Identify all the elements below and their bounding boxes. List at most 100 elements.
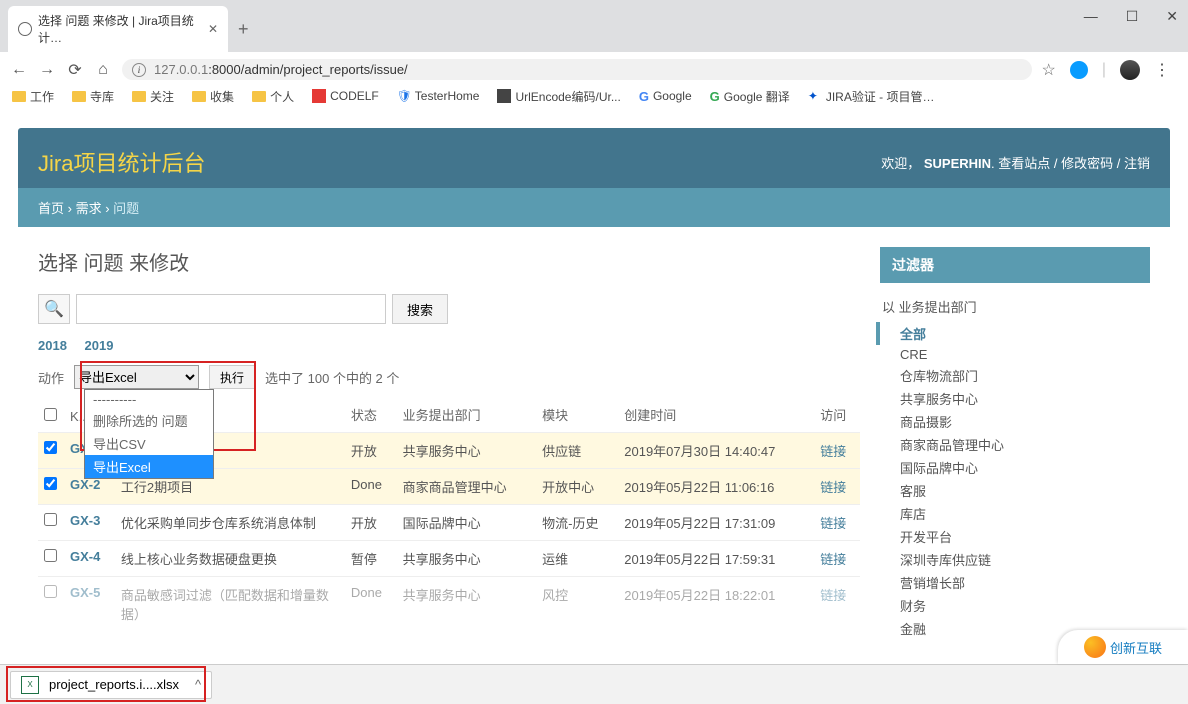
bookmark-item[interactable]: GGoogle bbox=[639, 89, 692, 104]
action-select[interactable]: 导出Excel bbox=[74, 365, 199, 389]
tab-close-icon[interactable]: ✕ bbox=[208, 22, 218, 36]
row-checkbox[interactable] bbox=[44, 585, 57, 598]
action-option-export-csv[interactable]: 导出CSV bbox=[85, 432, 213, 455]
action-label: 动作 bbox=[38, 368, 64, 387]
issue-key-link[interactable]: GX-2 bbox=[70, 477, 100, 492]
row-checkbox[interactable] bbox=[44, 441, 57, 454]
year-2018[interactable]: 2018 bbox=[38, 338, 67, 353]
issue-dept: 国际品牌中心 bbox=[397, 505, 536, 541]
breadcrumb-home[interactable]: 首页 bbox=[38, 201, 64, 216]
action-option[interactable]: ---------- bbox=[85, 390, 213, 409]
browser-menu-button[interactable]: ⋮ bbox=[1154, 60, 1170, 80]
folder-icon bbox=[192, 91, 206, 102]
row-checkbox[interactable] bbox=[44, 549, 57, 562]
filter-item[interactable]: 库店 bbox=[880, 502, 1150, 525]
url-host: 127.0.0.1 bbox=[154, 62, 208, 77]
filter-item[interactable]: 商家商品管理中心 bbox=[880, 433, 1150, 456]
close-button[interactable]: ✕ bbox=[1166, 8, 1178, 25]
issue-created: 2019年05月22日 11:06:16 bbox=[618, 469, 814, 505]
row-checkbox[interactable] bbox=[44, 477, 57, 490]
bookmark-item[interactable]: UrlEncode编码/Ur... bbox=[497, 88, 620, 105]
bookmark-item[interactable]: 关注 bbox=[132, 88, 174, 105]
minimize-button[interactable]: — bbox=[1084, 8, 1098, 25]
new-tab-button[interactable]: + bbox=[238, 19, 249, 40]
issue-module: 供应链 bbox=[536, 433, 618, 469]
search-button[interactable]: 搜索 bbox=[392, 294, 448, 324]
th-status[interactable]: 状态 bbox=[345, 397, 397, 433]
folder-icon bbox=[72, 91, 86, 102]
extension-icon[interactable] bbox=[1070, 61, 1088, 79]
issue-link[interactable]: 链接 bbox=[820, 552, 846, 567]
action-option-delete[interactable]: 删除所选的 问题 bbox=[85, 409, 213, 432]
th-created[interactable]: 创建时间 bbox=[618, 397, 814, 433]
filter-item[interactable]: 共享服务中心 bbox=[880, 387, 1150, 410]
filter-item[interactable]: 客服 bbox=[880, 479, 1150, 502]
bookmark-item[interactable]: 收集 bbox=[192, 88, 234, 105]
swirl-icon bbox=[1084, 636, 1106, 658]
view-site-link[interactable]: 查看站点 bbox=[998, 156, 1050, 171]
home-button[interactable]: ⌂ bbox=[94, 61, 112, 79]
action-option-export-excel[interactable]: 导出Excel bbox=[85, 455, 213, 478]
issue-link[interactable]: 链接 bbox=[820, 444, 846, 459]
logout-link[interactable]: 注销 bbox=[1124, 156, 1150, 171]
filter-item[interactable]: 开发平台 bbox=[880, 525, 1150, 548]
row-checkbox[interactable] bbox=[44, 513, 57, 526]
bookmark-item[interactable]: 🛡TesterHome bbox=[397, 89, 480, 103]
reload-button[interactable]: ⟳ bbox=[66, 61, 84, 79]
filter-item[interactable]: CRE bbox=[880, 345, 1150, 364]
bookmark-item[interactable]: 工作 bbox=[12, 88, 54, 105]
bookmarks-bar: 工作 寺库 关注 收集 个人 CODELF 🛡TesterHome UrlEnc… bbox=[0, 82, 1188, 110]
year-2019[interactable]: 2019 bbox=[85, 338, 114, 353]
issue-link[interactable]: 链接 bbox=[820, 516, 846, 531]
issue-status: 暂停 bbox=[345, 541, 397, 577]
issue-key-link[interactable]: GX-5 bbox=[70, 585, 100, 600]
filter-item[interactable]: 仓库物流部门 bbox=[880, 364, 1150, 387]
th-module[interactable]: 模块 bbox=[536, 397, 618, 433]
breadcrumb-mid[interactable]: 需求 bbox=[76, 201, 102, 216]
issue-dept: 商家商品管理中心 bbox=[397, 469, 536, 505]
forward-button[interactable]: → bbox=[38, 61, 56, 79]
browser-tab[interactable]: 选择 问题 来修改 | Jira项目统计… ✕ bbox=[8, 6, 228, 52]
execute-button[interactable]: 执行 bbox=[209, 365, 255, 389]
bookmark-item[interactable]: 个人 bbox=[252, 88, 294, 105]
filter-item[interactable]: 营销增长部 bbox=[880, 571, 1150, 594]
window-controls: — ☐ ✕ bbox=[1084, 8, 1178, 25]
bookmark-item[interactable]: CODELF bbox=[312, 89, 379, 103]
search-input[interactable] bbox=[76, 294, 386, 324]
table-row: GX-5商品敏感词过滤（匹配数据和增量数据）Done共享服务中心风控2019年0… bbox=[38, 577, 860, 632]
filter-item[interactable]: 财务 bbox=[880, 594, 1150, 617]
chevron-up-icon[interactable]: ^ bbox=[195, 677, 201, 692]
issue-title: 优化采购单同步仓库系统消息体制 bbox=[115, 505, 345, 541]
breadcrumb-current: 问题 bbox=[113, 201, 139, 216]
bookmark-item[interactable]: GGoogle 翻译 bbox=[710, 88, 790, 105]
download-chip[interactable]: X project_reports.i....xlsx ^ bbox=[10, 671, 212, 699]
filter-panel: 过滤器 以 业务提出部门 全部 CRE 仓库物流部门 共享服务中心 商品摄影 商… bbox=[880, 247, 1150, 640]
issue-key-link[interactable]: GX-4 bbox=[70, 549, 100, 564]
issue-status: Done bbox=[345, 577, 397, 632]
select-all-checkbox[interactable] bbox=[44, 408, 57, 421]
maximize-button[interactable]: ☐ bbox=[1126, 8, 1139, 25]
corner-badge[interactable]: 创新互联 bbox=[1058, 630, 1188, 664]
filter-item[interactable]: 国际品牌中心 bbox=[880, 456, 1150, 479]
table-row: GX-4线上核心业务数据硬盘更换暂停共享服务中心运维2019年05月22日 17… bbox=[38, 541, 860, 577]
bookmark-item[interactable]: ✦JIRA验证 - 项目管… bbox=[808, 88, 935, 105]
filter-item[interactable]: 商品摄影 bbox=[880, 410, 1150, 433]
address-bar[interactable]: i 127.0.0.1:8000/admin/project_reports/i… bbox=[122, 59, 1032, 80]
back-button[interactable]: ← bbox=[10, 61, 28, 79]
filter-item[interactable]: 深圳寺库供应链 bbox=[880, 548, 1150, 571]
download-filename: project_reports.i....xlsx bbox=[49, 677, 179, 692]
filter-item-all[interactable]: 全部 bbox=[876, 322, 1150, 345]
issue-link[interactable]: 链接 bbox=[820, 588, 846, 603]
site-brand[interactable]: Jira项目统计后台 bbox=[38, 146, 205, 178]
th-visit[interactable]: 访问 bbox=[814, 397, 860, 433]
change-password-link[interactable]: 修改密码 bbox=[1061, 156, 1113, 171]
bookmark-item[interactable]: 寺库 bbox=[72, 88, 114, 105]
issue-link[interactable]: 链接 bbox=[820, 480, 846, 495]
admin-header: Jira项目统计后台 欢迎， SUPERHIN. 查看站点 / 修改密码 / 注… bbox=[18, 128, 1170, 188]
issue-key-link[interactable]: GX-3 bbox=[70, 513, 100, 528]
th-dept[interactable]: 业务提出部门 bbox=[397, 397, 536, 433]
profile-avatar[interactable] bbox=[1120, 60, 1140, 80]
issue-created: 2019年05月22日 17:59:31 bbox=[618, 541, 814, 577]
issue-status: 开放 bbox=[345, 505, 397, 541]
bookmark-star-icon[interactable]: ☆ bbox=[1042, 60, 1056, 80]
